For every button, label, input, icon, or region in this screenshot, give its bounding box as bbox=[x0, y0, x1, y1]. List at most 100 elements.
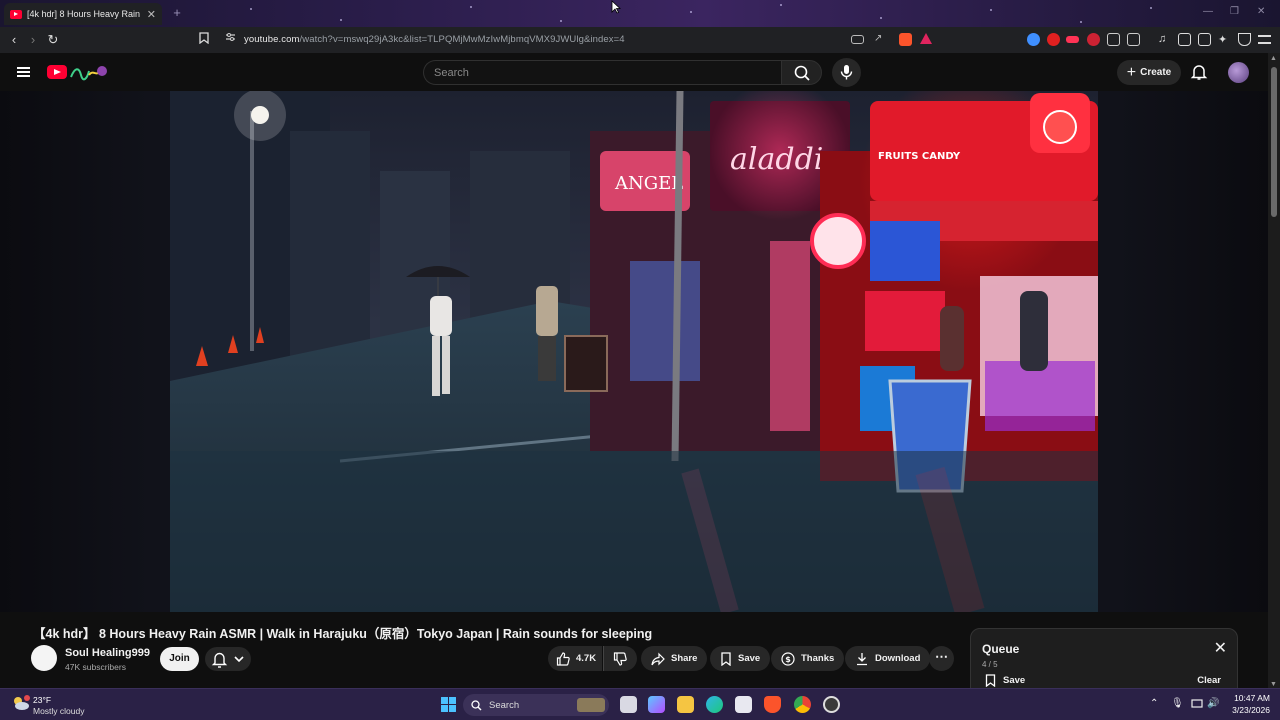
share-button[interactable]: Share bbox=[641, 646, 708, 671]
leo-ai-icon[interactable]: ✦ bbox=[1218, 33, 1231, 46]
search-button[interactable] bbox=[781, 60, 822, 85]
bookmark-icon[interactable] bbox=[196, 32, 212, 48]
like-count: 4.7K bbox=[576, 653, 597, 664]
thanks-icon: $ bbox=[781, 651, 795, 666]
brave-rewards-icon[interactable] bbox=[920, 33, 932, 44]
extension-translate-icon[interactable] bbox=[1027, 33, 1040, 46]
show-hidden-icons-icon[interactable]: ⌃ bbox=[1150, 698, 1158, 709]
save-label: Save bbox=[738, 653, 761, 664]
queue-save-label: Save bbox=[1003, 675, 1026, 686]
clock-date[interactable]: 3/23/2026 bbox=[1226, 705, 1270, 715]
wallet-icon[interactable] bbox=[1198, 33, 1211, 46]
scroll-up-icon[interactable]: ▲ bbox=[1270, 55, 1277, 62]
edge-browser-icon[interactable] bbox=[706, 696, 723, 713]
save-button[interactable]: Save bbox=[710, 646, 771, 671]
weather-cloud-icon[interactable] bbox=[11, 693, 31, 713]
account-avatar[interactable] bbox=[1228, 62, 1249, 83]
browser-tab-active[interactable]: [4k hdr] 8 Hours Heavy Rain ✕ bbox=[4, 3, 162, 25]
extension-capture-icon[interactable] bbox=[1127, 33, 1140, 46]
page-scrollbar[interactable]: ▲ ▼ bbox=[1268, 53, 1280, 690]
brave-browser-icon[interactable] bbox=[764, 696, 781, 713]
tab-title: [4k hdr] 8 Hours Heavy Rain bbox=[27, 9, 141, 19]
thumbs-up-icon bbox=[556, 651, 570, 666]
obs-icon[interactable] bbox=[823, 696, 840, 713]
share-page-icon[interactable]: ↗ bbox=[874, 33, 887, 46]
search-highlight-icon bbox=[577, 698, 605, 712]
extension-youtube-icon[interactable] bbox=[1047, 33, 1060, 46]
join-button[interactable]: Join bbox=[160, 647, 199, 671]
channel-name[interactable]: Soul Healing999 bbox=[65, 647, 150, 659]
sidebar-toggle-icon[interactable] bbox=[1178, 33, 1191, 46]
voice-search-button[interactable] bbox=[832, 58, 861, 87]
youtube-favicon-icon bbox=[10, 9, 22, 19]
chrome-icon[interactable] bbox=[794, 696, 811, 713]
windows-taskbar: 23°F Mostly cloudy Search ⌃ 🎙 🔊 10:47 AM… bbox=[0, 688, 1280, 720]
bell-icon bbox=[211, 652, 228, 668]
channel-avatar[interactable] bbox=[31, 645, 57, 671]
create-button[interactable]: + Create bbox=[1117, 60, 1181, 85]
close-window-icon[interactable]: ✕ bbox=[1257, 6, 1265, 17]
minimize-icon[interactable]: — bbox=[1203, 6, 1213, 17]
extension-record-icon[interactable] bbox=[1066, 36, 1079, 43]
extension-red-icon[interactable] bbox=[1087, 33, 1100, 46]
subscription-bell-button[interactable] bbox=[205, 647, 251, 671]
taskbar-search-label: Search bbox=[489, 699, 520, 711]
like-button[interactable]: 4.7K bbox=[548, 646, 602, 671]
microphone-tray-icon[interactable]: 🎙 bbox=[1171, 698, 1184, 709]
subscriber-count: 47K subscribers bbox=[65, 662, 126, 672]
copilot-icon[interactable] bbox=[648, 696, 665, 713]
back-icon[interactable]: ‹ bbox=[6, 32, 22, 48]
queue-save-button[interactable]: Save bbox=[985, 674, 1025, 687]
taskbar-search[interactable]: Search bbox=[463, 694, 609, 716]
forward-icon[interactable]: › bbox=[25, 32, 41, 48]
browser-tab-bar: [4k hdr] 8 Hours Heavy Rain ✕ + — ❐ ✕ bbox=[0, 0, 1280, 27]
scroll-down-icon[interactable]: ▼ bbox=[1270, 681, 1277, 688]
search-input[interactable]: Search bbox=[423, 60, 781, 85]
url-domain: youtube.com bbox=[244, 34, 300, 45]
task-view-icon[interactable] bbox=[620, 696, 637, 713]
clock-time[interactable]: 10:47 AM bbox=[1226, 693, 1270, 703]
sign-angel: ANGEL bbox=[614, 173, 683, 194]
dislike-button[interactable] bbox=[603, 646, 637, 671]
close-tab-icon[interactable]: ✕ bbox=[147, 8, 156, 21]
windows-start-icon[interactable] bbox=[440, 696, 457, 713]
brave-shields-icon[interactable] bbox=[899, 33, 912, 46]
notifications-bell-icon[interactable] bbox=[1190, 63, 1208, 81]
network-icon[interactable] bbox=[1191, 699, 1203, 709]
queue-title: Queue bbox=[982, 642, 1020, 656]
new-tab-icon[interactable]: + bbox=[168, 5, 186, 21]
youtube-logo[interactable] bbox=[47, 65, 67, 79]
queue-position: 4 / 5 bbox=[982, 660, 998, 669]
chevron-down-icon bbox=[234, 656, 244, 663]
video-player[interactable]: ANGEL aladdin FRUITS CANDY bbox=[170, 91, 1098, 612]
guide-menu-icon[interactable] bbox=[17, 67, 30, 77]
download-button[interactable]: Download bbox=[845, 646, 931, 671]
microphone-icon bbox=[840, 65, 853, 80]
queue-clear-button[interactable]: Clear bbox=[1197, 675, 1221, 686]
address-bar[interactable]: youtube.com/watch?v=mswq29jA3kc&list=TLP… bbox=[244, 34, 625, 45]
create-label: Create bbox=[1140, 67, 1172, 78]
browser-nav-bar: ‹ › ↻ youtube.com/watch?v=mswq29jA3kc&li… bbox=[0, 27, 1280, 53]
site-info-icon[interactable] bbox=[222, 32, 238, 48]
reload-icon[interactable]: ↻ bbox=[45, 32, 61, 48]
weather-condition: Mostly cloudy bbox=[33, 706, 85, 716]
more-actions-icon[interactable]: ⋯ bbox=[929, 646, 954, 671]
video-frame-rainy-harajuku-street: ANGEL aladdin FRUITS CANDY bbox=[170, 91, 1098, 612]
file-explorer-icon[interactable] bbox=[677, 696, 694, 713]
youtube-doodle-icon[interactable] bbox=[69, 63, 109, 81]
share-icon bbox=[651, 652, 665, 665]
close-queue-icon[interactable]: ✕ bbox=[1214, 641, 1227, 657]
volume-icon[interactable]: 🔊 bbox=[1207, 698, 1219, 709]
thanks-button[interactable]: $ Thanks bbox=[771, 646, 845, 671]
scrollbar-thumb[interactable] bbox=[1271, 67, 1277, 217]
download-icon bbox=[857, 652, 867, 665]
microsoft-store-icon[interactable] bbox=[735, 696, 752, 713]
youtube-masthead: Search + Create bbox=[0, 53, 1268, 91]
maximize-icon[interactable]: ❐ bbox=[1230, 6, 1239, 17]
picture-in-picture-icon[interactable] bbox=[851, 35, 864, 44]
vpn-shield-icon[interactable] bbox=[1238, 33, 1251, 46]
browser-menu-icon[interactable] bbox=[1258, 35, 1271, 44]
extensions-puzzle-icon[interactable] bbox=[1107, 33, 1120, 46]
media-control-icon[interactable]: ♫ bbox=[1158, 33, 1171, 46]
search-icon bbox=[471, 699, 482, 710]
